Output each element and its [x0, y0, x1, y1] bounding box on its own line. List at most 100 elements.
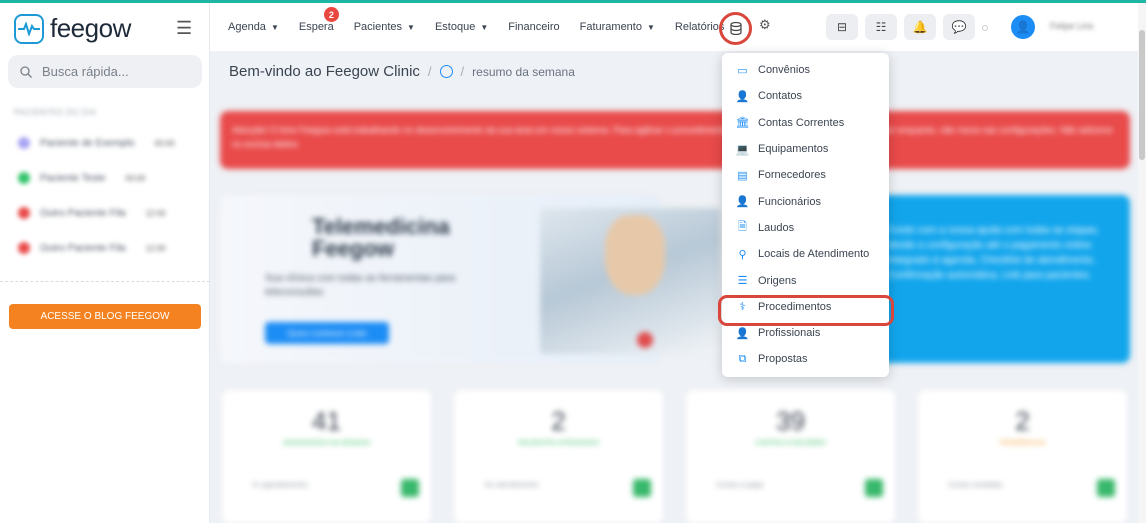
search-icon: [20, 65, 32, 78]
dropdown-item-equipamentos[interactable]: 💻 Equipamentos: [722, 136, 889, 162]
dropdown-item-fornecedores[interactable]: ▤ Fornecedores: [722, 162, 889, 188]
topbar: Agenda ▼ Espera 2 Pacientes ▼ Estoque ▼ Financei…: [210, 3, 1146, 51]
patient-list-item[interactable]: Outro Paciente Fila 12:00: [18, 242, 166, 254]
avatar[interactable]: 👤: [1011, 15, 1035, 39]
plus-button[interactable]: [1097, 479, 1115, 497]
user-icon: 👤: [1015, 20, 1031, 34]
stat-footer: Contas a pagar: [716, 482, 764, 489]
status-dot: [982, 25, 988, 31]
telemedicine-button[interactable]: Quero conhecer a tele: [265, 322, 389, 344]
stat-label: Pendências: [999, 440, 1046, 447]
stat-footer: Ver atendimentos: [484, 482, 539, 489]
bell-icon: 🔔: [912, 20, 928, 34]
card-icon: ▭: [737, 64, 748, 77]
stat-number: 2: [551, 406, 566, 436]
stat-number: 39: [776, 406, 805, 436]
dropdown-item-label: Equipamentos: [758, 143, 829, 156]
notifications-button[interactable]: 🔔: [904, 14, 936, 40]
nav-item-label: Espera: [298, 21, 334, 33]
nav-item-estoque[interactable]: Estoque ▼: [435, 21, 488, 33]
list-icon: ☰: [737, 275, 748, 288]
stat-label: Contas a receber: [755, 440, 826, 447]
heartbeat-logo-icon: [14, 13, 44, 44]
dropdown-item-locais-de-atendimento[interactable]: ⚲ Locais de Atendimento: [722, 241, 889, 267]
patient-name: Outro Paciente Fila: [40, 207, 126, 219]
box-icon: ▤: [737, 169, 748, 182]
hamburger-menu-icon[interactable]: ☰: [176, 18, 192, 39]
status-dot: [18, 137, 30, 149]
username[interactable]: Felipe Lins: [1050, 21, 1094, 31]
gear-icon[interactable]: ⚙: [759, 17, 771, 33]
nav-item-agenda[interactable]: Agenda ▼: [228, 21, 279, 33]
dropdown-item-origens[interactable]: ☰ Origens: [722, 267, 889, 293]
bank-icon: 🏛: [735, 117, 750, 130]
blog-button[interactable]: ACESSE O BLOG FEEGOW: [9, 304, 201, 329]
alert-banner: Atenção! O time Feegow está trabalhando …: [220, 111, 1130, 169]
end-call-icon: [637, 332, 653, 348]
dropdown-item-convenios[interactable]: ▭ Convênios: [722, 57, 889, 83]
stat-card: 39 Contas a receber Contas a pagar: [686, 390, 895, 523]
dropdown-item-contas-correntes[interactable]: 🏛 Contas Correntes: [722, 110, 889, 136]
patient-list-item[interactable]: Paciente Teste 00:00: [18, 172, 145, 184]
page-title: Bem-vindo ao Feegow Clinic: [229, 63, 420, 80]
dropdown-item-label: Laudos: [758, 221, 795, 234]
chat-button[interactable]: 💬: [943, 14, 975, 40]
breadcrumb-subtitle: resumo da semana: [472, 64, 575, 79]
dropdown-item-laudos[interactable]: 🗎 Laudos: [722, 215, 889, 241]
inbox-icon: ⊟: [836, 20, 848, 34]
patient-time: 12:00: [145, 243, 166, 253]
patient-time: 00:00: [154, 138, 175, 148]
inbox-button[interactable]: ⊟: [826, 14, 858, 40]
stat-card: 41 Agendados na semana 41 agendamentos: [222, 390, 431, 523]
dashboard-icon: [439, 65, 453, 78]
search-input[interactable]: Busca rápida...: [8, 55, 202, 88]
stat-number: 41: [312, 406, 341, 436]
plus-button[interactable]: [633, 479, 651, 497]
nav-item-pacientes[interactable]: Pacientes ▼: [354, 21, 415, 33]
dropdown-item-procedimentos[interactable]: ⚕ Procedimentos: [718, 294, 894, 327]
checklist-button[interactable]: ☷: [865, 14, 897, 40]
copy-icon: ⧉: [738, 352, 747, 365]
patient-name: Outro Paciente Fila: [40, 242, 126, 254]
dropdown-item-funcionarios[interactable]: 👤 Funcionários: [722, 188, 889, 214]
stat-label: Agendados na semana: [282, 440, 371, 447]
nav-item-faturamento[interactable]: Faturamento ▼: [580, 21, 655, 33]
dropdown-item-contatos[interactable]: 👤 Contatos: [722, 83, 889, 109]
dropdown-item-propostas[interactable]: ⧉ Propostas: [722, 346, 889, 372]
cadastros-button[interactable]: [719, 12, 752, 45]
telemedicine-title: Telemedicina Feegow: [312, 214, 450, 261]
stat-footer: Contas recebidas: [948, 482, 1003, 489]
logo[interactable]: feegow: [14, 13, 131, 44]
dropdown-item-label: Funcionários: [758, 195, 821, 208]
status-dot: [18, 242, 30, 254]
plus-button[interactable]: [865, 479, 883, 497]
plus-button[interactable]: [401, 479, 419, 497]
patient-list-item[interactable]: Paciente de Exemplo 00:00: [18, 137, 175, 149]
patient-time: 12:00: [145, 208, 166, 218]
nav-item-espera[interactable]: Espera 2: [298, 7, 339, 33]
patient-name: Paciente Teste: [40, 172, 106, 184]
dropdown-item-label: Fornecedores: [758, 169, 826, 182]
laptop-icon: 💻: [735, 143, 750, 156]
nav-item-relatrios[interactable]: Relatórios: [675, 21, 725, 33]
dropdown-item-label: Profissionais: [758, 327, 821, 340]
patient-list-item[interactable]: Outro Paciente Fila 12:00: [18, 207, 166, 219]
dropdown-item-label: Convênios: [758, 64, 810, 77]
stat-number: 2: [1015, 406, 1030, 436]
main-nav: Agenda ▼ Espera 2 Pacientes ▼ Estoque ▼ Financei…: [228, 3, 724, 51]
nav-item-label: Relatórios: [674, 21, 725, 33]
nav-item-label: Faturamento: [579, 21, 642, 33]
stat-footer: 41 agendamentos: [252, 482, 309, 489]
nav-item-financeiro[interactable]: Financeiro: [508, 21, 559, 33]
database-icon: [729, 22, 742, 35]
stat-label: Pacientes atendidos: [517, 440, 600, 447]
dropdown-item-profissionais[interactable]: 👤 Profissionais: [722, 320, 889, 346]
scrollbar-thumb[interactable]: [1139, 30, 1145, 160]
dropdown-item-label: Propostas: [758, 353, 808, 366]
document-icon: 🗎: [738, 221, 747, 234]
stethoscope-icon: ⚕: [739, 301, 746, 314]
breadcrumb-separator: /: [460, 64, 465, 79]
logo-text: feegow: [50, 13, 131, 43]
map-pin-icon: ⚲: [738, 248, 747, 261]
patient-name: Paciente de Exemplo: [40, 137, 135, 149]
